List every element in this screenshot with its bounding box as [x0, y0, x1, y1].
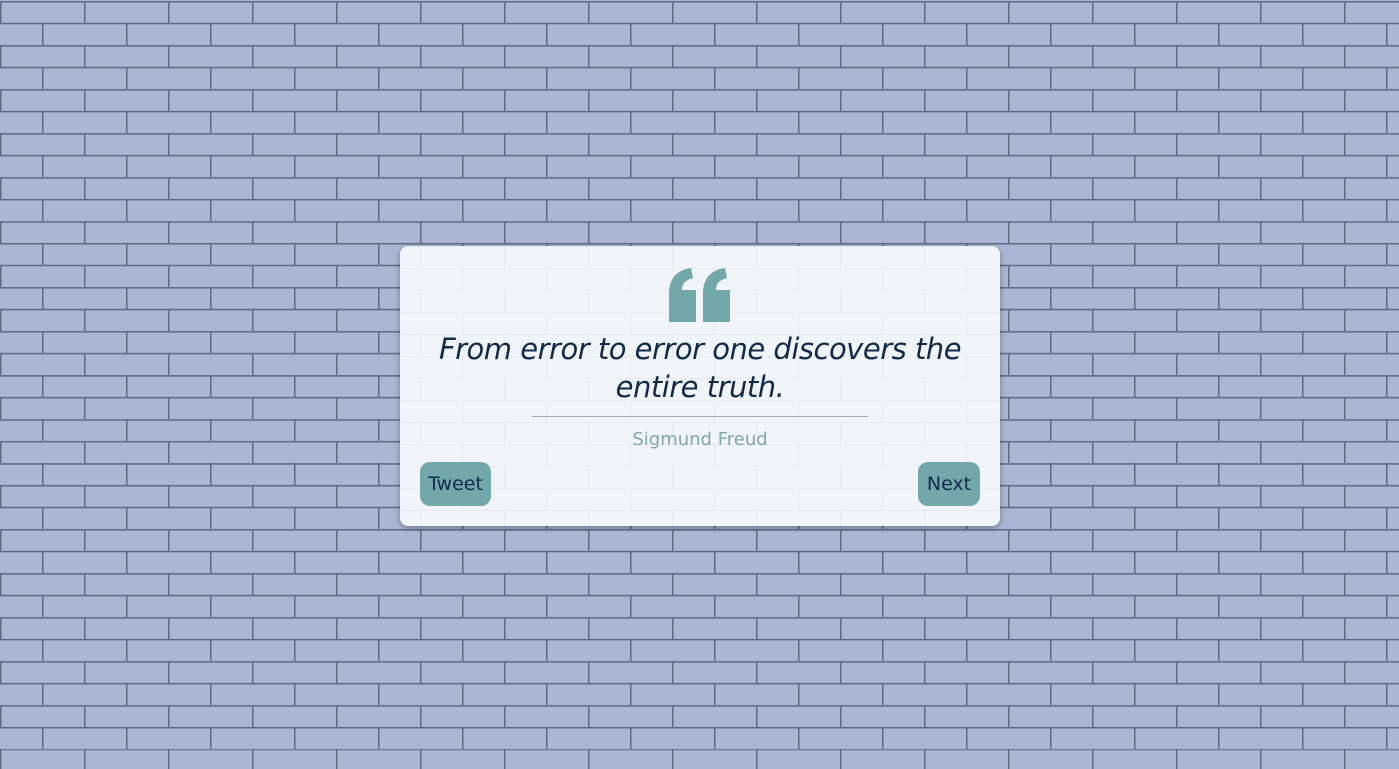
- quote-card: From error to error one discovers the en…: [400, 246, 1000, 526]
- next-quote-button[interactable]: Next: [918, 462, 980, 506]
- divider: [532, 416, 868, 417]
- quote-text: From error to error one discovers the en…: [438, 332, 962, 404]
- quote-author: Sigmund Freud: [632, 429, 768, 450]
- tweet-button[interactable]: Tweet: [420, 462, 491, 506]
- quote-left-icon: [400, 266, 1000, 326]
